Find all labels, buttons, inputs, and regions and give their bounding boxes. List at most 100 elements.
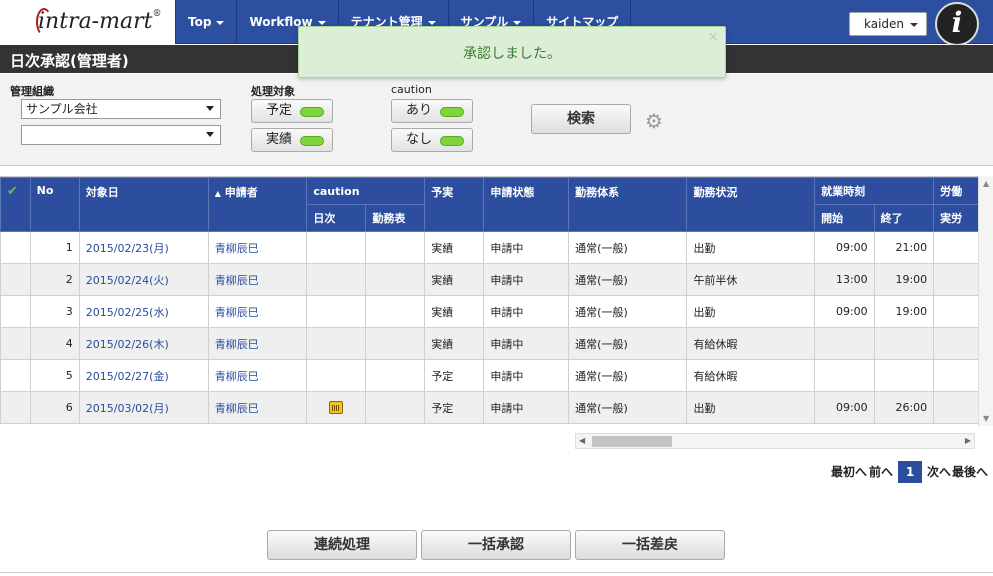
select-all-header[interactable]: ✔ [0, 177, 31, 232]
help-info-icon[interactable]: i [935, 2, 979, 46]
row-plan-actual: 実績 [424, 295, 485, 328]
user-menu-button[interactable]: kaiden [849, 12, 927, 36]
col-caution-sheet[interactable]: 勤務表 [365, 204, 426, 232]
row-work-system: 通常(一般) [568, 359, 688, 392]
toggle-caution-no[interactable]: なし [391, 128, 473, 152]
col-date[interactable]: 対象日 [78, 177, 209, 232]
row-caution-daily[interactable] [306, 391, 367, 424]
target-label: 処理対象 [251, 85, 295, 98]
scrollbar-thumb[interactable] [592, 436, 672, 447]
sub-org-select[interactable] [21, 125, 221, 145]
chevron-down-icon [216, 20, 225, 25]
row-status: 申請中 [483, 231, 570, 264]
row-applicant-link[interactable]: 青柳辰巳 [207, 391, 308, 424]
table-row[interactable]: 5 2015/02/27(金) 青柳辰巳 予定 申請中 通常(一般) 有給休暇 [0, 359, 993, 392]
scroll-left-icon[interactable]: ◀ [579, 436, 585, 445]
row-date-link[interactable]: 2015/02/23(月) [78, 231, 209, 264]
toggle-actual[interactable]: 実績 [251, 128, 333, 152]
row-end [873, 359, 935, 392]
row-date-link[interactable]: 2015/03/02(月) [78, 391, 209, 424]
row-date-link[interactable]: 2015/02/26(木) [78, 327, 209, 360]
row-caution-sheet [365, 295, 426, 328]
col-work-system[interactable]: 勤務体系 [568, 177, 688, 232]
table-row[interactable]: 3 2015/02/25(水) 青柳辰巳 実績 申請中 通常(一般) 出勤 09… [0, 295, 993, 328]
table-row[interactable]: 4 2015/02/26(木) 青柳辰巳 実績 申請中 通常(一般) 有給休暇 [0, 327, 993, 360]
pager-last[interactable]: 最後へ [952, 461, 988, 483]
col-applicant[interactable]: ▲ 申請者 [207, 177, 308, 232]
continuous-process-button[interactable]: 連続処理 [267, 530, 417, 560]
intra-mart-logo[interactable]: intra-mart® [0, 0, 176, 44]
row-date-link[interactable]: 2015/02/27(金) [78, 359, 209, 392]
row-status: 申請中 [483, 359, 570, 392]
row-start [814, 359, 875, 392]
row-date-link[interactable]: 2015/02/24(火) [78, 263, 209, 296]
row-select-cell[interactable] [0, 295, 31, 328]
row-start: 09:00 [814, 295, 875, 328]
row-no: 1 [29, 231, 80, 264]
row-end: 19:00 [873, 295, 935, 328]
horizontal-scrollbar[interactable]: ◀ ▶ [575, 433, 975, 449]
calendar-icon[interactable] [329, 401, 344, 415]
row-date-link[interactable]: 2015/02/25(水) [78, 295, 209, 328]
pager-prev[interactable]: 前へ [869, 461, 893, 483]
row-work-status: 有給休暇 [686, 359, 816, 392]
bulk-reject-button[interactable]: 一括差戻 [575, 530, 725, 560]
toggle-plan[interactable]: 予定 [251, 99, 333, 123]
row-applicant-link[interactable]: 青柳辰巳 [207, 231, 308, 264]
table-row[interactable]: 6 2015/03/02(月) 青柳辰巳 予定 申請中 通常(一般) 出勤 09… [0, 391, 993, 424]
dropdown-arrow-icon [206, 106, 214, 111]
gear-icon[interactable]: ⚙ [645, 109, 663, 133]
vertical-scrollbar[interactable]: ▲ ▼ [978, 176, 993, 426]
chevron-down-icon [910, 23, 918, 27]
row-applicant-link[interactable]: 青柳辰巳 [207, 263, 308, 296]
row-work-system: 通常(一般) [568, 391, 688, 424]
row-work-system: 通常(一般) [568, 263, 688, 296]
col-no[interactable]: No [29, 177, 80, 232]
table-row[interactable]: 2 2015/02/24(火) 青柳辰巳 実績 申請中 通常(一般) 午前半休 … [0, 263, 993, 296]
col-working-time: 就業時刻 [814, 177, 935, 205]
row-select-cell[interactable] [0, 263, 31, 296]
search-button[interactable]: 検索 [531, 104, 631, 134]
row-work-system: 通常(一般) [568, 295, 688, 328]
scroll-down-icon[interactable]: ▼ [983, 414, 989, 423]
toggle-caution-yes[interactable]: あり [391, 99, 473, 123]
row-start: 13:00 [814, 263, 875, 296]
col-work-status[interactable]: 勤務状況 [686, 177, 816, 232]
row-applicant-link[interactable]: 青柳辰巳 [207, 359, 308, 392]
row-applicant-link[interactable]: 青柳辰巳 [207, 295, 308, 328]
row-end: 21:00 [873, 231, 935, 264]
row-work-status: 出勤 [686, 391, 816, 424]
row-end: 26:00 [873, 391, 935, 424]
row-select-cell[interactable] [0, 359, 31, 392]
row-plan-actual: 実績 [424, 231, 485, 264]
col-status[interactable]: 申請状態 [483, 177, 570, 232]
row-select-cell[interactable] [0, 327, 31, 360]
col-plan-actual[interactable]: 予実 [424, 177, 485, 232]
scroll-right-icon[interactable]: ▶ [965, 436, 971, 445]
row-work-system: 通常(一般) [568, 231, 688, 264]
sort-asc-icon: ▲ [214, 189, 221, 198]
approval-table: ✔ No 対象日 ▲ 申請者 caution 予実 申請状態 勤務体系 勤務状況… [0, 177, 993, 424]
row-work-system: 通常(一般) [568, 327, 688, 360]
pager-first[interactable]: 最初へ [831, 461, 867, 483]
toggle-on-indicator [300, 136, 324, 146]
scroll-up-icon[interactable]: ▲ [983, 179, 989, 188]
row-applicant-link[interactable]: 青柳辰巳 [207, 327, 308, 360]
org-label: 管理組織 [10, 85, 54, 98]
toggle-on-indicator [440, 136, 464, 146]
col-start[interactable]: 開始 [814, 204, 875, 232]
nav-item-top[interactable]: Top [176, 0, 238, 44]
pager-current-page[interactable]: 1 [898, 461, 922, 483]
bulk-approve-button[interactable]: 一括承認 [421, 530, 571, 560]
row-status: 申請中 [483, 327, 570, 360]
org-select[interactable]: サンプル会社 [21, 99, 221, 119]
col-caution-daily[interactable]: 日次 [306, 204, 367, 232]
col-end[interactable]: 終了 [873, 204, 935, 232]
pager-next[interactable]: 次へ [927, 461, 951, 483]
row-select-cell[interactable] [0, 391, 31, 424]
close-icon[interactable]: × [707, 29, 719, 45]
row-plan-actual: 予定 [424, 359, 485, 392]
row-select-cell[interactable] [0, 231, 31, 264]
row-caution-sheet [365, 231, 426, 264]
table-row[interactable]: 1 2015/02/23(月) 青柳辰巳 実績 申請中 通常(一般) 出勤 09… [0, 231, 993, 264]
